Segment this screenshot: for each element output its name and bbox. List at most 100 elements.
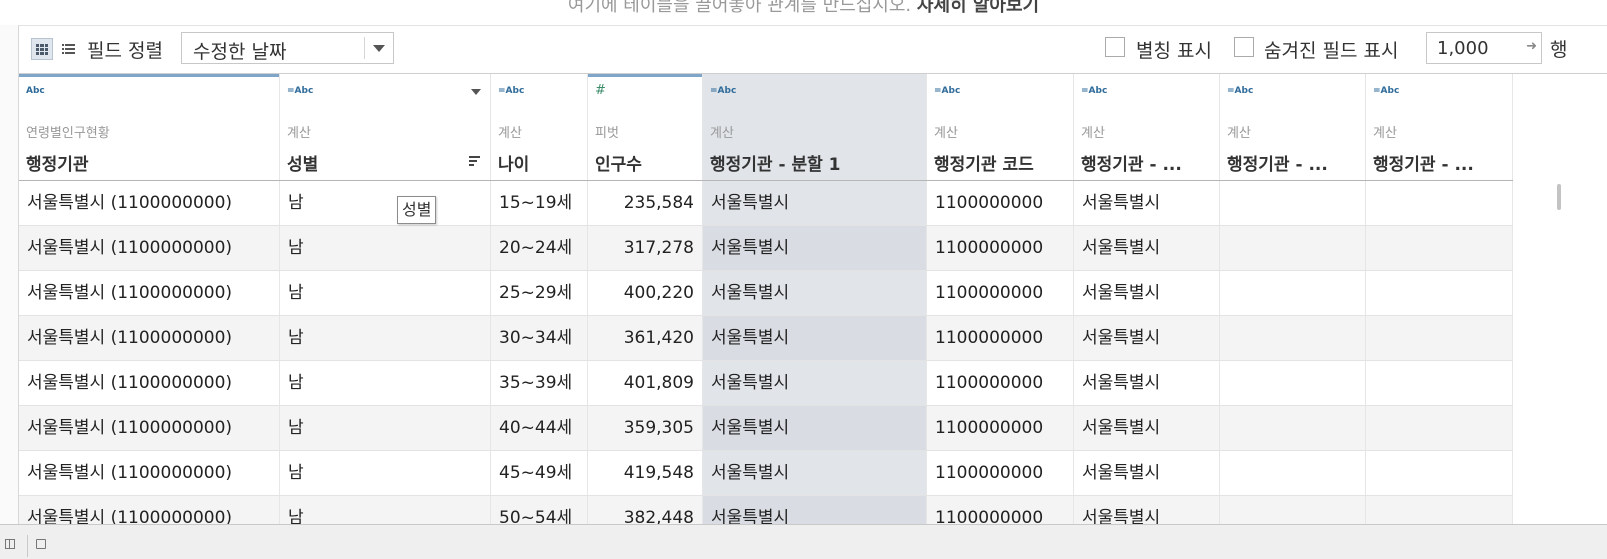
table-cell[interactable]: 남 <box>280 316 491 360</box>
table-cell[interactable]: 서울특별시 (1100000000) <box>19 316 280 360</box>
column-header-나이[interactable]: =Abc 계산 나이 <box>491 74 588 180</box>
sheet-tab-icon[interactable] <box>36 539 46 549</box>
calculated-string-type-icon[interactable]: =Abc <box>1081 86 1107 96</box>
table-cell[interactable]: 20~24세 <box>491 226 588 270</box>
table-cell[interactable]: 382,448 <box>588 496 703 524</box>
table-cell[interactable]: 서울특별시 <box>1074 451 1220 495</box>
table-cell[interactable]: 50~54세 <box>491 496 588 524</box>
learn-more-link[interactable]: 자세히 알아보기 <box>917 0 1039 16</box>
table-cell[interactable]: 서울특별시 <box>1074 361 1220 405</box>
table-cell[interactable]: 1100000000 <box>927 316 1074 360</box>
table-cell[interactable]: 서울특별시 <box>703 316 927 360</box>
show-aliases-checkbox[interactable] <box>1105 37 1125 57</box>
table-cell[interactable] <box>1220 406 1366 450</box>
table-cell[interactable]: 359,305 <box>588 406 703 450</box>
table-cell[interactable] <box>1366 316 1513 360</box>
table-cell[interactable]: 서울특별시 <box>1074 496 1220 524</box>
table-cell[interactable] <box>1220 226 1366 270</box>
table-cell[interactable]: 남 <box>280 181 491 225</box>
table-cell[interactable]: 15~19세 <box>491 181 588 225</box>
number-type-icon[interactable]: # <box>595 83 606 98</box>
table-cell[interactable] <box>1366 496 1513 524</box>
table-cell[interactable]: 1100000000 <box>927 181 1074 225</box>
table-cell[interactable]: 남 <box>280 226 491 270</box>
table-cell[interactable]: 35~39세 <box>491 361 588 405</box>
table-cell[interactable]: 남 <box>280 406 491 450</box>
table-cell[interactable]: 서울특별시 (1100000000) <box>19 271 280 315</box>
sort-fields-dropdown[interactable]: 수정한 날짜 <box>181 32 394 64</box>
calculated-string-type-icon[interactable]: =Abc <box>498 86 524 96</box>
table-cell[interactable]: 서울특별시 <box>703 181 927 225</box>
table-cell[interactable]: 서울특별시 <box>1074 406 1220 450</box>
table-cell[interactable]: 서울특별시 (1100000000) <box>19 406 280 450</box>
column-header-행정기관-split-3[interactable]: =Abc 계산 행정기관 - ... <box>1220 74 1366 180</box>
table-cell[interactable] <box>1366 181 1513 225</box>
table-cell[interactable]: 25~29세 <box>491 271 588 315</box>
table-cell[interactable]: 1100000000 <box>927 406 1074 450</box>
table-cell[interactable]: 30~34세 <box>491 316 588 360</box>
table-cell[interactable]: 서울특별시 <box>703 406 927 450</box>
table-cell[interactable]: 남 <box>280 451 491 495</box>
table-cell[interactable]: 서울특별시 (1100000000) <box>19 361 280 405</box>
calculated-string-type-icon[interactable]: =Abc <box>710 86 736 96</box>
table-cell[interactable]: 서울특별시 (1100000000) <box>19 226 280 270</box>
table-cell[interactable]: 1100000000 <box>927 451 1074 495</box>
table-cell[interactable]: 서울특별시 <box>1074 316 1220 360</box>
calculated-string-type-icon[interactable]: =Abc <box>1227 86 1253 96</box>
arrow-right-icon[interactable]: ➜ <box>1526 39 1537 54</box>
table-cell[interactable] <box>1220 451 1366 495</box>
table-cell[interactable]: 1100000000 <box>927 226 1074 270</box>
table-cell[interactable] <box>1220 496 1366 524</box>
list-view-button[interactable] <box>57 38 79 60</box>
chevron-down-icon[interactable] <box>364 37 393 59</box>
column-menu-chevron-icon[interactable] <box>471 89 481 95</box>
column-header-행정기관[interactable]: Abc 연령별인구현황 행정기관 <box>19 74 280 180</box>
table-cell[interactable]: 서울특별시 <box>1074 181 1220 225</box>
column-header-성별[interactable]: =Abc 계산 성별 <box>280 74 491 180</box>
table-cell[interactable] <box>1220 361 1366 405</box>
table-cell[interactable]: 400,220 <box>588 271 703 315</box>
table-cell[interactable]: 317,278 <box>588 226 703 270</box>
calculated-string-type-icon[interactable]: =Abc <box>1373 86 1399 96</box>
table-cell[interactable]: 1100000000 <box>927 496 1074 524</box>
table-cell[interactable]: 서울특별시 <box>703 271 927 315</box>
row-count-input[interactable]: 1,000 ➜ <box>1426 32 1542 64</box>
table-cell[interactable] <box>1366 451 1513 495</box>
table-cell[interactable] <box>1220 316 1366 360</box>
string-type-icon[interactable]: Abc <box>26 86 45 96</box>
column-header-행정기관-split-2[interactable]: =Abc 계산 행정기관 - ... <box>1074 74 1220 180</box>
table-cell[interactable]: 서울특별시 (1100000000) <box>19 181 280 225</box>
column-header-인구수[interactable]: # 피벗 인구수 <box>588 74 703 180</box>
calculated-string-type-icon[interactable]: =Abc <box>934 86 960 96</box>
table-cell[interactable] <box>1366 271 1513 315</box>
scrollbar-thumb[interactable] <box>1557 184 1561 210</box>
table-cell[interactable] <box>1366 361 1513 405</box>
table-cell[interactable]: 1100000000 <box>927 271 1074 315</box>
table-cell[interactable]: 서울특별시 <box>703 361 927 405</box>
column-header-행정기관-split-4[interactable]: =Abc 계산 행정기관 - ... <box>1366 74 1513 180</box>
show-hidden-fields-checkbox[interactable] <box>1234 37 1254 57</box>
table-cell[interactable]: 서울특별시 <box>703 451 927 495</box>
vertical-scrollbar[interactable] <box>1546 180 1561 524</box>
table-cell[interactable]: 서울특별시 (1100000000) <box>19 496 280 524</box>
table-cell[interactable] <box>1220 181 1366 225</box>
column-header-행정기관-분할-1[interactable]: =Abc 계산 행정기관 - 분할 1 <box>703 74 927 180</box>
table-cell[interactable]: 1100000000 <box>927 361 1074 405</box>
table-cell[interactable]: 419,548 <box>588 451 703 495</box>
sort-icon[interactable] <box>469 156 480 166</box>
table-cell[interactable]: 서울특별시 <box>1074 271 1220 315</box>
table-cell[interactable]: 남 <box>280 361 491 405</box>
table-cell[interactable]: 서울특별시 <box>1074 226 1220 270</box>
column-header-행정기관-코드[interactable]: =Abc 계산 행정기관 코드 <box>927 74 1074 180</box>
table-cell[interactable]: 남 <box>280 496 491 524</box>
table-cell[interactable]: 남 <box>280 271 491 315</box>
table-cell[interactable]: 40~44세 <box>491 406 588 450</box>
table-cell[interactable]: 서울특별시 <box>703 226 927 270</box>
table-cell[interactable]: 235,584 <box>588 181 703 225</box>
table-cell[interactable]: 45~49세 <box>491 451 588 495</box>
table-cell[interactable]: 401,809 <box>588 361 703 405</box>
table-cell[interactable] <box>1366 406 1513 450</box>
calculated-string-type-icon[interactable]: =Abc <box>287 86 313 96</box>
data-source-tab-icon[interactable] <box>5 539 15 549</box>
table-cell[interactable]: 서울특별시 <box>703 496 927 524</box>
